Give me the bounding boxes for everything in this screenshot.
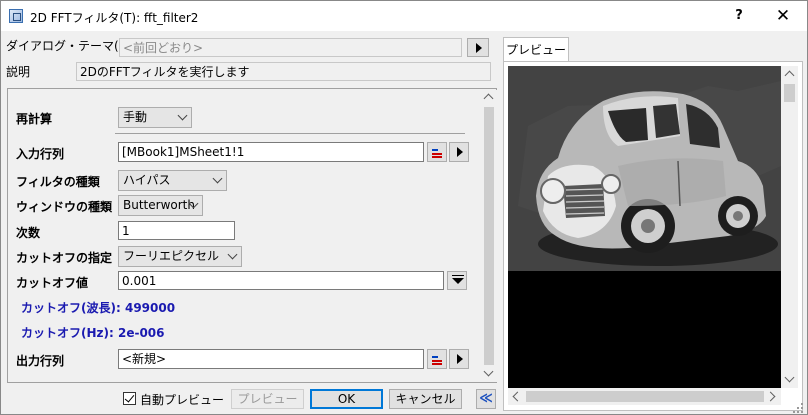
- tab-preview[interactable]: プレビュー: [503, 37, 569, 62]
- recalc-label: 再計算: [16, 112, 53, 126]
- select-range-icon: [431, 146, 443, 158]
- chevron-down-icon: [177, 110, 188, 121]
- scroll-thumb[interactable]: [526, 391, 764, 402]
- scroll-left-icon[interactable]: [508, 388, 525, 405]
- preview-button[interactable]: プレビュー: [231, 389, 304, 409]
- filter-type-combo[interactable]: ハイパス: [118, 170, 227, 191]
- auto-preview-label[interactable]: 自動プレビュー: [140, 391, 224, 408]
- dialog-theme-field[interactable]: <前回どおり>: [119, 38, 462, 57]
- window-type-combo[interactable]: Butterworth: [118, 195, 203, 216]
- output-matrix-label: 出力行列: [16, 354, 65, 368]
- close-button[interactable]: ✕: [761, 1, 805, 31]
- collapse-button[interactable]: ≪: [476, 389, 496, 409]
- filter-type-label: フィルタの種類: [16, 175, 100, 189]
- preview-image: [508, 66, 781, 388]
- dialog-window: 2D FFTフィルタ(T): fft_filter2 ? ✕ ダイアログ・テーマ…: [0, 0, 808, 415]
- cutoff-value-field[interactable]: 0.001: [118, 271, 444, 290]
- recalc-combo[interactable]: 手動: [118, 107, 192, 128]
- order-field[interactable]: 1: [118, 221, 235, 240]
- resize-grip-icon[interactable]: [793, 403, 803, 413]
- parameters-panel: 再計算 手動 入力行列 [MBook1]MSheet1!1 フィルタの種類 ハイ…: [7, 88, 497, 383]
- select-range-button[interactable]: [427, 142, 447, 162]
- cutoff-value-label: カットオフ値: [16, 276, 89, 290]
- cutoff-wavelength-value: 499000: [124, 301, 176, 315]
- cutoff-spec-value: フーリエピクセル: [123, 249, 220, 263]
- cutoff-hz-label: カットオフ(Hz):: [21, 326, 114, 340]
- window-title: 2D FFTフィルタ(T): fft_filter2: [30, 11, 199, 25]
- title-bar: 2D FFTフィルタ(T): fft_filter2 ? ✕: [1, 1, 807, 31]
- auto-preview-checkbox[interactable]: [123, 392, 136, 405]
- app-icon: [9, 9, 23, 23]
- cutoff-value-dropdown-button[interactable]: [447, 271, 467, 290]
- cancel-button[interactable]: キャンセル: [389, 389, 462, 409]
- scroll-thumb[interactable]: [784, 84, 795, 102]
- chevron-down-icon: [227, 249, 238, 260]
- input-matrix-label: 入力行列: [16, 147, 65, 161]
- scroll-right-icon[interactable]: [764, 388, 781, 405]
- preview-vertical-scrollbar[interactable]: [781, 66, 798, 388]
- help-button[interactable]: ?: [717, 1, 761, 31]
- chevron-down-icon: [212, 173, 223, 184]
- scroll-up-icon[interactable]: [481, 90, 497, 106]
- select-range-icon: [431, 353, 443, 365]
- select-output-button[interactable]: [427, 349, 447, 369]
- filter-type-value: ハイパス: [123, 173, 171, 187]
- car-preview-image: [508, 66, 781, 388]
- dialog-theme-label: ダイアログ・テーマ(H): [6, 39, 133, 53]
- cutoff-wavelength-row: カットオフ(波長): 499000: [21, 299, 175, 316]
- window-type-label: ウィンドウの種類: [16, 200, 113, 214]
- scroll-up-icon[interactable]: [781, 66, 798, 83]
- input-matrix-field[interactable]: [MBook1]MSheet1!1: [118, 142, 424, 162]
- scroll-down-icon[interactable]: [781, 371, 798, 388]
- dialog-theme-arrow-button[interactable]: [467, 38, 489, 57]
- scroll-thumb[interactable]: [484, 107, 494, 365]
- description-label: 説明: [6, 65, 31, 79]
- description-field: 2DのFFTフィルタを実行します: [76, 62, 491, 81]
- cutoff-spec-combo[interactable]: フーリエピクセル: [118, 246, 242, 267]
- input-matrix-arrow-button[interactable]: [449, 142, 469, 162]
- cutoff-hz-row: カットオフ(Hz): 2e-006: [21, 324, 165, 341]
- cutoff-wavelength-label: カットオフ(波長):: [21, 301, 121, 315]
- divider: [115, 133, 465, 134]
- parameters-scrollbar[interactable]: [481, 90, 497, 382]
- cutoff-spec-label: カットオフの指定: [16, 251, 113, 265]
- scroll-down-icon[interactable]: [481, 366, 497, 382]
- cutoff-hz-value: 2e-006: [117, 326, 165, 340]
- output-matrix-field[interactable]: <新規>: [118, 349, 424, 369]
- recalc-value: 手動: [123, 110, 148, 124]
- preview-horizontal-scrollbar[interactable]: [508, 388, 781, 405]
- order-label: 次数: [16, 226, 41, 240]
- preview-panel: [503, 61, 803, 411]
- output-matrix-arrow-button[interactable]: [449, 349, 469, 369]
- ok-button[interactable]: OK: [310, 389, 383, 409]
- window-type-value: Butterworth: [123, 198, 195, 212]
